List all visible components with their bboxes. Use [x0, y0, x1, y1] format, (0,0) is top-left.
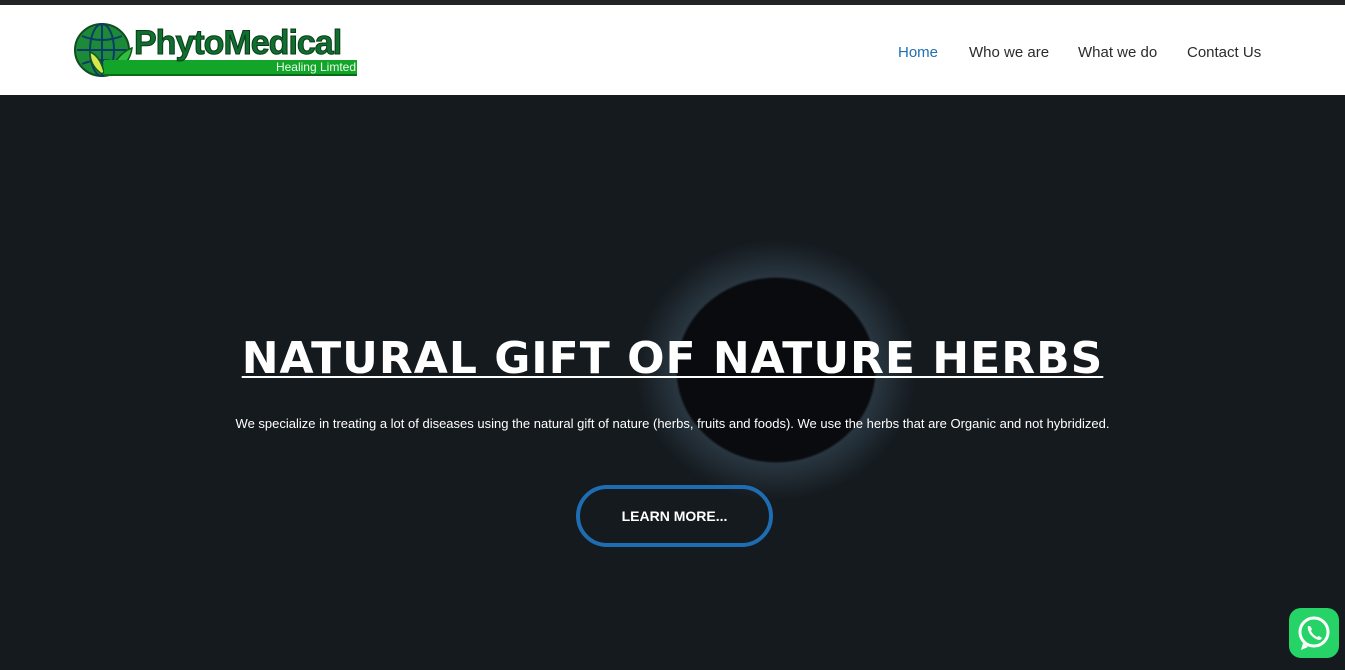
main-nav: Home Who we are What we do Contact Us — [0, 43, 1345, 67]
hero-title: NATURAL GIFT OF NATURE HERBS — [0, 333, 1345, 385]
hero-subtitle: We specialize in treating a lot of disea… — [235, 416, 1110, 431]
nav-home[interactable]: Home — [898, 43, 938, 63]
nav-contact-us[interactable]: Contact Us — [1187, 43, 1261, 63]
nav-what-we-do[interactable]: What we do — [1078, 43, 1157, 63]
hero-title-text: NATURAL GIFT OF NATURE HERBS — [241, 333, 1104, 384]
site-header: PhytoMedical Healing Limted Home Who we … — [0, 5, 1345, 95]
whatsapp-icon — [1298, 616, 1330, 650]
nav-who-we-are[interactable]: Who we are — [969, 43, 1049, 63]
whatsapp-chat-button[interactable] — [1289, 608, 1339, 658]
hero-banner: NATURAL GIFT OF NATURE HERBS We speciali… — [0, 95, 1345, 670]
learn-more-button[interactable]: LEARN MORE... — [576, 485, 773, 547]
